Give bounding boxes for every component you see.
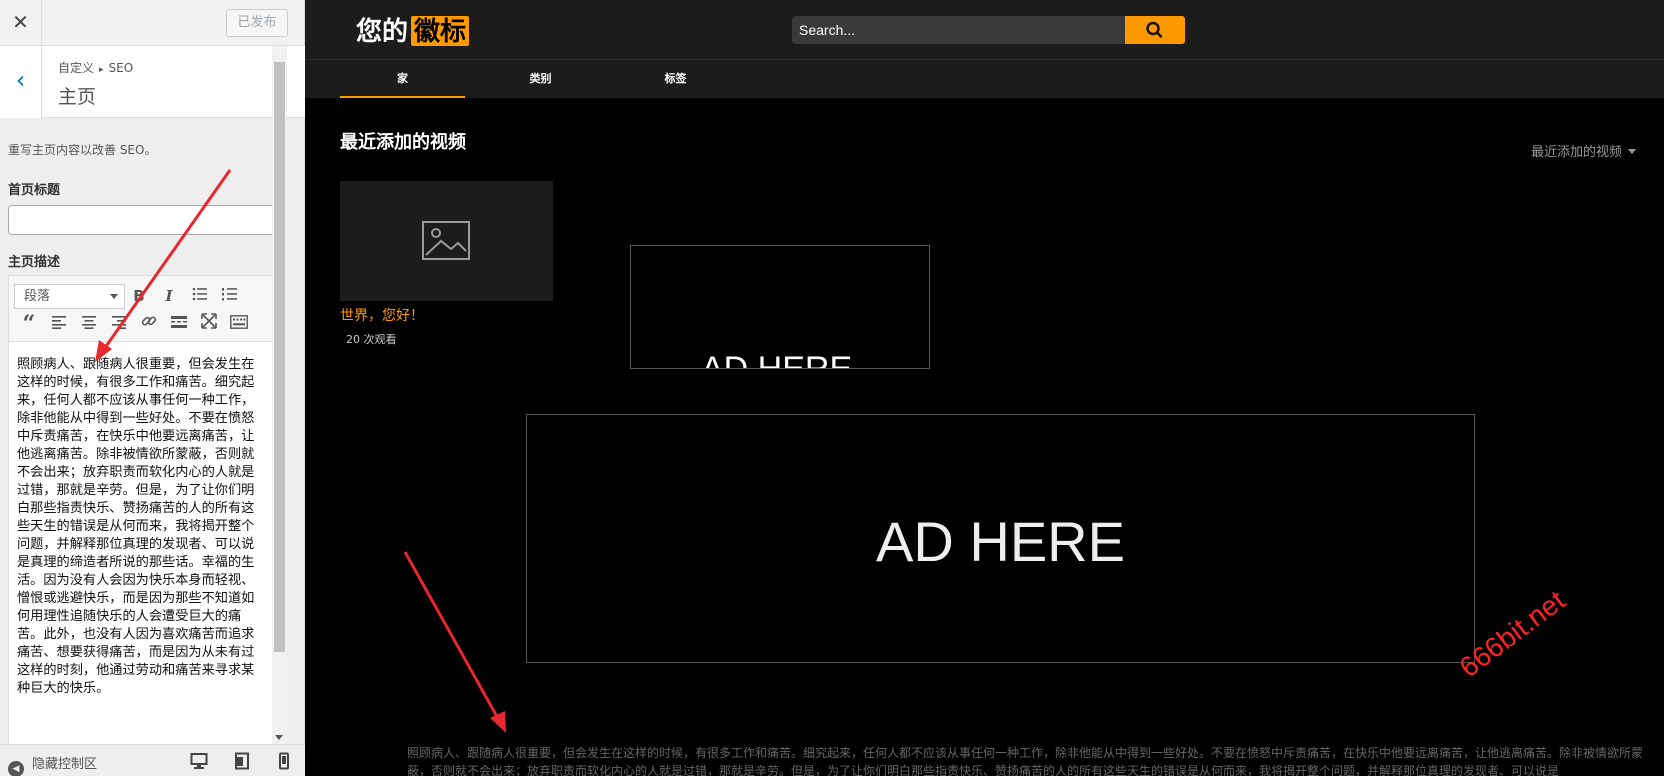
arrow-to-editor-icon bbox=[95, 169, 232, 362]
screen: ✕ 已发布 ‹ 自定义 ▸ SEO 主页 重写主页内容以改善 SEO。 首页标题 主… bbox=[0, 0, 1664, 776]
arrow-to-footer-icon bbox=[403, 551, 506, 733]
annotation-arrows bbox=[95, 169, 506, 733]
